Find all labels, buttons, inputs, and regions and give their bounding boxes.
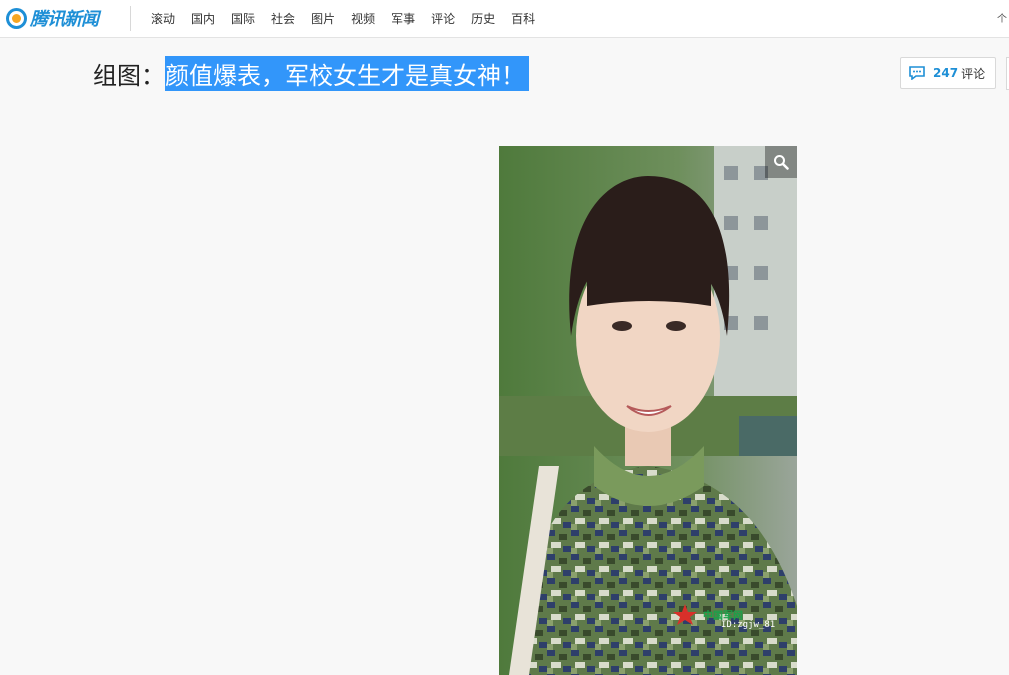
nav-item-society[interactable]: 社会 [271,10,295,27]
user-corner-glyph[interactable]: 个 [997,10,1007,25]
nav-item-video[interactable]: 视频 [351,10,375,27]
watermark-logo: 中国军网 [699,608,797,622]
zoom-button[interactable] [765,146,797,178]
title-prefix: 组图： [93,61,165,90]
nav-item-encyclopedia[interactable]: 百科 [511,10,535,27]
photo-illustration [499,146,797,675]
logo-text: 腾讯新闻 [30,9,99,30]
tencent-logo-icon [6,7,27,29]
watermark-id: ID:zgjw_81 [721,620,776,630]
nav-item-domestic[interactable]: 国内 [191,10,215,27]
nav-item-commentary[interactable]: 评论 [431,10,455,27]
nav-item-scroll[interactable]: 滚动 [151,10,175,27]
magnifier-icon [774,155,789,170]
tencent-news-logo[interactable]: 腾讯新闻 [6,6,99,30]
title-main-selected: 颜值爆表，军校女生才是真女神！ [165,55,529,91]
nav-divider [130,6,131,31]
nav-item-pictures[interactable]: 图片 [311,10,335,27]
nav-item-history[interactable]: 历史 [471,10,495,27]
top-navigation-bar: 腾讯新闻 滚动 国内 国际 社会 图片 视频 军事 评论 历史 百科 个 [0,0,1009,38]
nav-item-international[interactable]: 国际 [231,10,255,27]
nav-item-military[interactable]: 军事 [391,10,415,27]
comment-bubble-icon [909,66,925,80]
page-title: 组图： 颜值爆表，军校女生才是真女神！ [93,55,529,91]
channel-nav: 滚动 国内 国际 社会 图片 视频 军事 评论 历史 百科 [151,0,551,37]
article-photo[interactable]: 中国军网 ID:zgjw_81 [499,146,797,675]
comment-label: 评论 [961,66,986,81]
comment-count: 247 [933,66,959,80]
comments-button[interactable]: 247 评论 [900,57,996,89]
